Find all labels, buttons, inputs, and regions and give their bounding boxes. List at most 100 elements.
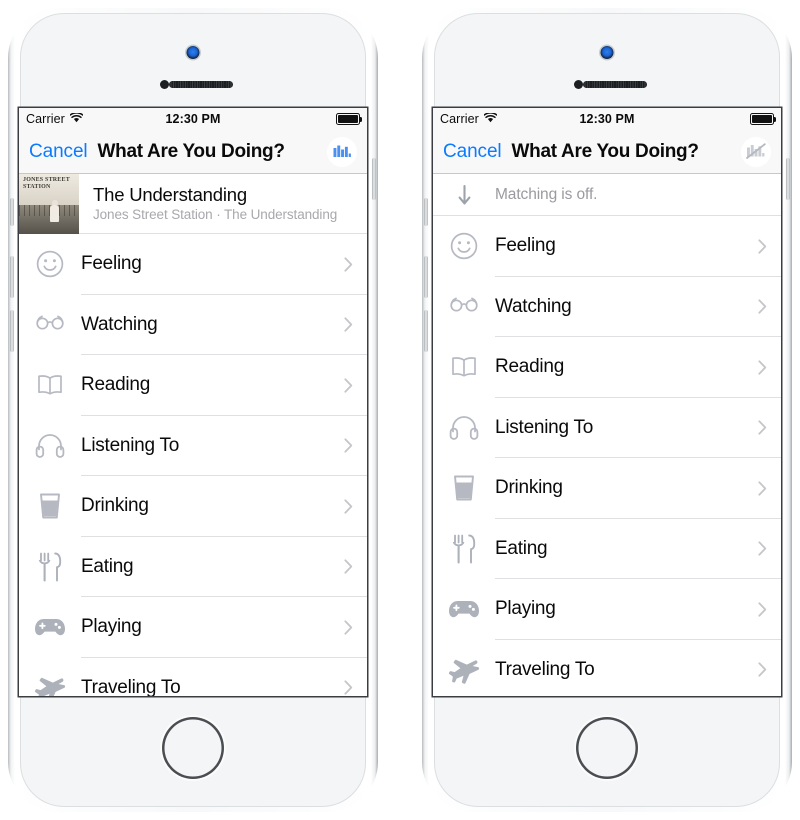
list-item[interactable]: Feeling: [433, 216, 781, 277]
power-button[interactable]: [372, 158, 376, 200]
list-item[interactable]: Playing: [433, 579, 781, 640]
list-item[interactable]: Traveling To: [19, 658, 367, 696]
chevron-right-icon: [758, 299, 767, 314]
status-bar-right: [750, 113, 777, 125]
list-item-label: Reading: [495, 356, 565, 378]
list-item[interactable]: Eating: [433, 519, 781, 580]
cancel-button[interactable]: Cancel: [443, 141, 502, 163]
airplane-icon: [433, 655, 495, 685]
chevron-right-icon: [344, 499, 353, 514]
carrier-label: Carrier: [26, 112, 65, 126]
gamepad-icon: [433, 598, 495, 620]
chevron-right-icon: [344, 257, 353, 272]
list-item[interactable]: Listening To: [433, 398, 781, 459]
matching-off-text: Matching is off.: [495, 185, 598, 203]
bar-chart-icon[interactable]: [327, 136, 357, 167]
home-button[interactable]: [576, 717, 638, 779]
now-playing-row[interactable]: JONES STREET STATION The Understanding J…: [19, 174, 367, 234]
volume-down-button[interactable]: [10, 310, 14, 352]
headphones-icon: [19, 433, 81, 459]
screen-right: Carrier 12:30 PM Cancel What Are You Doi…: [433, 108, 781, 696]
list-item[interactable]: Traveling To: [433, 640, 781, 697]
chevron-right-icon: [344, 680, 353, 695]
screen-left: Carrier 12:30 PM Cancel What Are You Doi…: [19, 108, 367, 696]
chevron-right-icon: [344, 559, 353, 574]
status-bar: Carrier 12:30 PM: [19, 108, 367, 130]
chevron-right-icon: [758, 420, 767, 435]
list-item[interactable]: Watching: [19, 295, 367, 356]
matching-off-banner: Matching is off.: [433, 174, 781, 216]
drink-glass-icon: [433, 474, 495, 502]
open-book-icon: [433, 355, 495, 379]
list-item[interactable]: Eating: [19, 537, 367, 598]
page-title: What Are You Doing?: [97, 140, 285, 162]
list-item[interactable]: Listening To: [19, 416, 367, 477]
status-bar: Carrier 12:30 PM: [433, 108, 781, 130]
list-item-label: Listening To: [495, 416, 594, 438]
page-title: What Are You Doing?: [511, 140, 699, 162]
fork-knife-icon: [433, 534, 495, 564]
list-item-label: Playing: [81, 616, 142, 638]
mute-switch-button[interactable]: [10, 198, 14, 226]
list-item-label: Feeling: [495, 235, 556, 257]
carrier-label: Carrier: [440, 112, 479, 126]
mute-switch-button[interactable]: [424, 198, 428, 226]
list-item-label: Drinking: [495, 477, 563, 499]
chevron-right-icon: [758, 602, 767, 617]
album-artwork-label: JONES STREET STATION: [23, 176, 70, 190]
volume-up-button[interactable]: [424, 256, 428, 298]
chevron-right-icon: [758, 541, 767, 556]
list-item[interactable]: Feeling: [19, 234, 367, 295]
status-bar-right: [336, 113, 363, 125]
list-item[interactable]: Drinking: [433, 458, 781, 519]
glasses-icon: [19, 314, 81, 336]
activity-list-left[interactable]: JONES STREET STATION The Understanding J…: [19, 174, 367, 696]
list-item-label: Eating: [495, 537, 548, 559]
list-item[interactable]: Playing: [19, 597, 367, 658]
list-item-label: Feeling: [81, 253, 142, 275]
proximity-sensor-icon: [160, 80, 169, 89]
album-artwork: JONES STREET STATION: [19, 174, 79, 234]
two-phone-comparison: Carrier 12:30 PM Cancel What Are You Doi…: [0, 0, 800, 820]
volume-up-button[interactable]: [10, 256, 14, 298]
smiley-face-icon: [19, 249, 81, 279]
list-item-label: Drinking: [81, 495, 149, 517]
now-playing-title: The Understanding: [93, 184, 247, 205]
gamepad-icon: [19, 616, 81, 638]
proximity-sensor-icon: [574, 80, 583, 89]
cancel-button[interactable]: Cancel: [29, 141, 88, 163]
front-camera-icon: [600, 46, 614, 59]
navigation-bar: Cancel What Are You Doing?: [19, 130, 367, 174]
status-bar-left: Carrier: [440, 112, 498, 126]
chevron-right-icon: [344, 438, 353, 453]
front-camera-icon: [186, 46, 200, 59]
list-item[interactable]: Reading: [433, 337, 781, 398]
fork-knife-icon: [19, 552, 81, 582]
chevron-right-icon: [758, 662, 767, 677]
navigation-bar: Cancel What Are You Doing?: [433, 130, 781, 174]
list-item[interactable]: Drinking: [19, 476, 367, 537]
battery-full-icon: [750, 113, 777, 125]
arrow-down-icon: [433, 184, 495, 206]
bar-chart-slash-icon[interactable]: [741, 136, 771, 167]
earpiece-speaker-icon: [583, 81, 647, 88]
activity-list-right[interactable]: Matching is off. Feeling Watching Readin…: [433, 174, 781, 696]
volume-down-button[interactable]: [424, 310, 428, 352]
phone-right: Carrier 12:30 PM Cancel What Are You Doi…: [414, 0, 800, 820]
list-item-label: Listening To: [81, 434, 180, 456]
earpiece-speaker-icon: [169, 81, 233, 88]
list-item-label: Traveling To: [81, 676, 181, 696]
now-playing-subtitle: Jones Street Station · The Understanding: [93, 207, 338, 222]
list-item[interactable]: Reading: [19, 355, 367, 416]
drink-glass-icon: [19, 492, 81, 520]
list-item-label: Reading: [81, 374, 151, 396]
list-item-label: Watching: [81, 313, 158, 335]
home-button[interactable]: [162, 717, 224, 779]
chevron-right-icon: [758, 360, 767, 375]
chevron-right-icon: [758, 481, 767, 496]
power-button[interactable]: [786, 158, 790, 200]
list-item-label: Traveling To: [495, 658, 595, 680]
list-item[interactable]: Watching: [433, 277, 781, 338]
chevron-right-icon: [758, 239, 767, 254]
list-item-label: Watching: [495, 295, 572, 317]
